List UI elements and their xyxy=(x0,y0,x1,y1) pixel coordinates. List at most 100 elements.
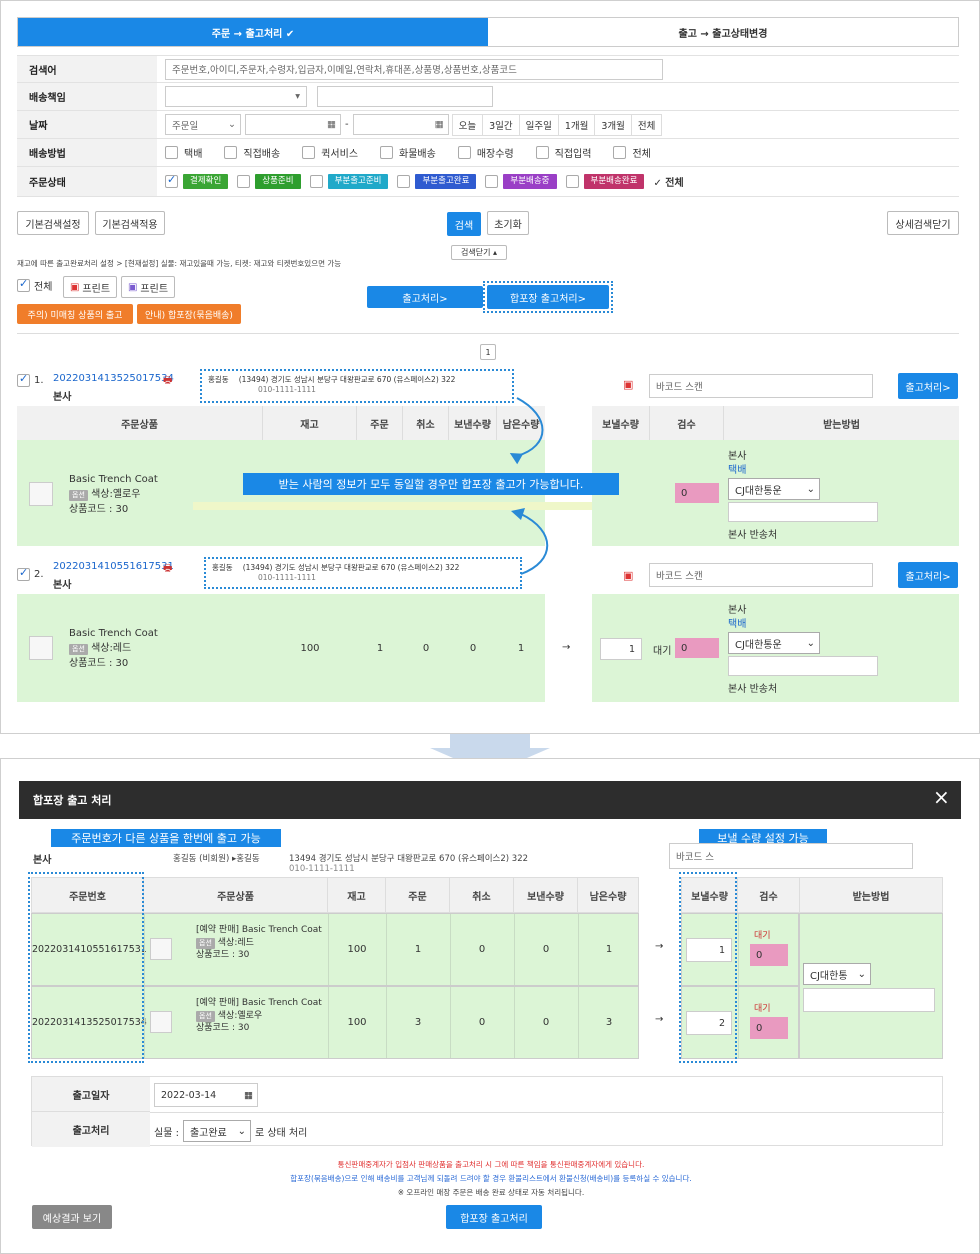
modal-tracking-input[interactable] xyxy=(803,988,935,1012)
send-qty-input[interactable]: 1 xyxy=(600,638,642,660)
status-checkbox[interactable] xyxy=(309,175,323,188)
order-1-right-header: 보낼수량 검수 받는방법 xyxy=(592,406,959,440)
unmatched-shipping-button[interactable]: 주의) 미매칭 상품의 출고 xyxy=(17,304,133,324)
shipping-option[interactable]: 화물배송 xyxy=(380,145,444,160)
shipping-option[interactable]: 직접배송 xyxy=(224,145,288,160)
calendar-icon[interactable]: ▦ xyxy=(435,119,444,130)
order-ship-button[interactable]: 출고처리> xyxy=(898,373,958,399)
combined-ship-submit-button[interactable]: 합포장 출고처리 xyxy=(446,1205,542,1229)
print-button-2[interactable]: ▣ 프린트 xyxy=(121,276,175,298)
sent-qty: 0 xyxy=(542,944,550,955)
recipient-address: (13494) 경기도 성남시 분당구 대왕판교로 670 (유스페이스2) 3… xyxy=(238,375,456,384)
date-quick-button[interactable]: 1개월 xyxy=(557,113,596,136)
reset-button[interactable]: 초기화 xyxy=(487,211,529,235)
basic-search-settings-button[interactable]: 기본검색설정 xyxy=(17,211,89,235)
shipping-checkbox[interactable] xyxy=(613,146,627,159)
date-quick-button[interactable]: 일주일 xyxy=(518,113,559,136)
barcode-scan-input[interactable]: 바코드 스캔 xyxy=(649,374,873,398)
date-quick-button[interactable]: 오늘 xyxy=(451,113,484,136)
shipping-checkbox[interactable] xyxy=(457,146,471,159)
tab-ship-status-change[interactable]: 출고 → 출고상태변경 xyxy=(488,18,958,46)
status-option[interactable]: 부분출고준비 xyxy=(309,174,389,189)
receive-store: 본사 xyxy=(728,451,747,462)
calendar-icon[interactable]: ▦ xyxy=(244,1090,253,1101)
keyword-input[interactable]: 주문번호,아이디,주문자,수령자,입금자,이메일,연락처,휴대폰,상품명,상품번… xyxy=(165,58,663,80)
search-row-date: 날짜 주문일 ⌄ ▦ - ▦ 오늘 3일간 일주일 1개월 3개월 전체 xyxy=(17,111,959,139)
order-ship-button[interactable]: 출고처리> xyxy=(898,562,958,588)
search-collapse-button[interactable]: 검색닫기 ▴ xyxy=(451,245,507,260)
calendar-icon[interactable]: ▦ xyxy=(327,119,336,130)
modal-barcode-input[interactable]: 바코드 스 xyxy=(669,843,913,869)
select-all-checkbox[interactable] xyxy=(17,277,30,292)
barcode-scan-input[interactable]: 바코드 스캔 xyxy=(649,563,873,587)
order-checkbox[interactable] xyxy=(17,566,30,581)
date-quick-button[interactable]: 3일간 xyxy=(482,113,520,136)
tracking-input[interactable] xyxy=(728,502,878,522)
shipping-option[interactable]: 매장수령 xyxy=(457,145,522,160)
option-tag: 옵션 xyxy=(196,1010,215,1022)
print-button-1[interactable]: ▣ 프린트 xyxy=(63,276,117,298)
date-quick-button[interactable]: 3개월 xyxy=(594,113,632,136)
status-option[interactable]: 상품준비 xyxy=(237,174,301,189)
shipping-checkbox[interactable] xyxy=(302,146,316,159)
search-button[interactable]: 검색 xyxy=(447,212,481,236)
shipping-option[interactable]: 전체 xyxy=(613,145,658,160)
shipping-checkbox[interactable] xyxy=(224,146,238,159)
courier-select[interactable]: CJ대한통운 ⌄ xyxy=(728,632,820,654)
status-checkbox[interactable] xyxy=(165,173,178,188)
status-option[interactable]: 결제확인 xyxy=(165,173,229,189)
cell-divider xyxy=(578,987,579,1058)
shipping-option[interactable]: 직접입력 xyxy=(535,145,600,160)
detail-search-close-button[interactable]: 상세검색닫기 xyxy=(887,211,959,235)
status-all-label[interactable]: ✓ 전체 xyxy=(653,174,683,189)
date-quick-button[interactable]: 전체 xyxy=(630,113,663,136)
status-option[interactable]: 부분출고완료 xyxy=(397,174,477,189)
shipping-checkbox[interactable] xyxy=(165,146,178,159)
print-icon[interactable]: 🖶 xyxy=(163,561,172,578)
order-id-link[interactable]: 2022031413525017534 xyxy=(53,373,174,384)
ship-date-input[interactable]: 2022-03-14 ▦ xyxy=(154,1083,258,1107)
tracking-input[interactable] xyxy=(728,656,878,676)
status-checkbox[interactable] xyxy=(237,175,251,188)
print-icon[interactable]: 🖶 xyxy=(163,373,172,390)
ship-process-select[interactable]: 출고완료 ⌄ xyxy=(182,1120,251,1142)
modal-courier-select[interactable]: CJ대한통 ⌄ xyxy=(803,963,871,985)
date-type-value: 주문일 xyxy=(172,120,199,132)
responsibility-input[interactable] xyxy=(317,86,493,107)
shipping-option-label: 택배 xyxy=(184,149,203,160)
recipient-name: 홍길동 xyxy=(208,375,229,384)
close-icon[interactable]: × xyxy=(933,785,950,809)
shipping-checkbox[interactable] xyxy=(380,146,394,159)
status-option[interactable]: 부분배송완료 xyxy=(565,174,645,189)
status-checkbox[interactable] xyxy=(565,175,579,188)
courier-select[interactable]: CJ대한통운 ⌄ xyxy=(728,478,820,500)
modal-receive-cell: CJ대한통 ⌄ xyxy=(799,913,943,1059)
col-inspection: 검수 xyxy=(650,406,724,440)
product-code: 상품코드 : 30 xyxy=(196,1023,250,1033)
status-checkbox[interactable] xyxy=(485,175,499,188)
combined-shipping-guide-button[interactable]: 안내) 합포장(묶음배송) xyxy=(137,304,241,324)
select-all[interactable]: 전체 xyxy=(17,277,52,293)
product-code: 상품코드 : 30 xyxy=(69,658,129,669)
order-1-right-row: 0 본사 택배 CJ대한통운 ⌄ 본사 반송처 xyxy=(592,440,959,546)
date-type-select[interactable]: 주문일 ⌄ xyxy=(165,114,241,135)
pagination-page[interactable]: 1 xyxy=(480,344,496,360)
status-checkbox[interactable] xyxy=(397,175,411,188)
shipping-option[interactable]: 택배 xyxy=(165,145,210,160)
responsibility-select[interactable]: ▾ xyxy=(165,86,307,107)
cancel-qty: 0 xyxy=(422,643,430,654)
status-option[interactable]: 부분배송중 xyxy=(485,174,557,189)
shipping-checkbox[interactable] xyxy=(535,146,549,159)
shipping-option[interactable]: 퀵서비스 xyxy=(302,145,366,160)
date-end-input[interactable]: ▦ xyxy=(352,114,449,135)
order-checkbox[interactable] xyxy=(17,372,30,387)
preview-result-button[interactable]: 예상결과 보기 xyxy=(32,1205,112,1229)
combine-ship-button[interactable]: 합포장 출고처리> xyxy=(487,285,609,309)
basic-search-apply-button[interactable]: 기본검색적용 xyxy=(95,211,165,235)
tab-order-to-ship[interactable]: 주문 → 출고처리 ✔ xyxy=(18,18,488,46)
product-option: 색상:레드 xyxy=(217,937,254,948)
ship-process-button[interactable]: 출고처리> xyxy=(367,286,483,308)
return-address: 본사 반송처 xyxy=(728,530,778,541)
date-start-input[interactable]: ▦ xyxy=(245,114,341,135)
order-id-link[interactable]: 2022031410551617531 xyxy=(53,561,174,572)
